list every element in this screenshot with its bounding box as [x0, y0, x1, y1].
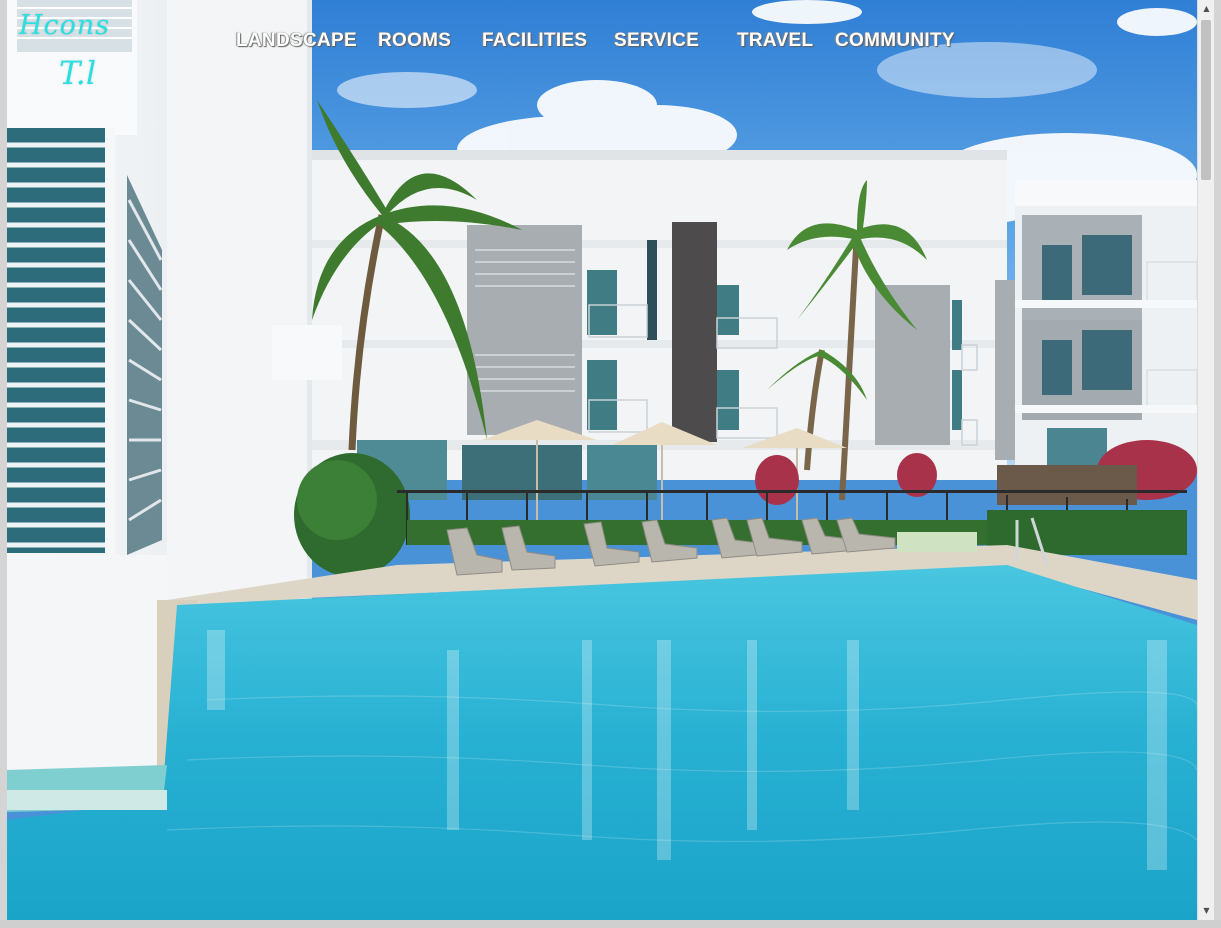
nav-item-facilities[interactable]: FACILITIES [482, 30, 587, 52]
browser-window: Hcons T.l LANDSCAPE ROOMS FACILITIES SER… [0, 0, 1221, 928]
page-viewport: Hcons T.l LANDSCAPE ROOMS FACILITIES SER… [7, 0, 1197, 920]
nav-item-landscape[interactable]: LANDSCAPE [236, 30, 357, 52]
site-logo[interactable]: Hcons T.l [19, 8, 129, 94]
hero-image [7, 0, 1197, 920]
window-frame-bottom [0, 920, 1221, 928]
logo-text-line2: T.l [59, 54, 97, 92]
scroll-thumb[interactable] [1201, 20, 1211, 180]
vertical-scrollbar[interactable]: ▲ ▼ [1197, 0, 1215, 920]
arrow-up-icon[interactable]: ▲ [1198, 0, 1215, 17]
arrow-down-icon[interactable]: ▼ [1198, 902, 1215, 919]
nav-item-travel[interactable]: TRAVEL [737, 30, 813, 52]
logo-text-line1: Hcons [19, 10, 111, 41]
nav-item-rooms[interactable]: ROOMS [378, 30, 451, 52]
nav-item-community[interactable]: COMMUNITY [835, 30, 955, 52]
window-frame-right [1214, 0, 1221, 928]
nav-item-service[interactable]: SERVICE [614, 30, 699, 52]
